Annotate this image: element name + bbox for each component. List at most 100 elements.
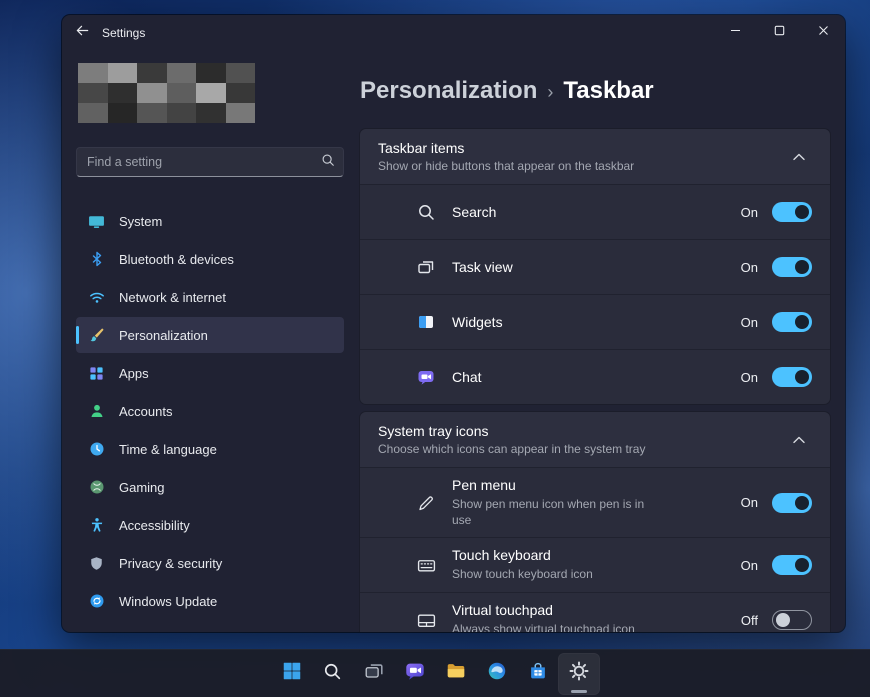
sidebar-item-bluetooth-devices[interactable]: Bluetooth & devices [76, 241, 344, 277]
system-icon [88, 213, 105, 230]
sidebar-item-system[interactable]: System [76, 203, 344, 239]
sidebar: System Bluetooth & devices Network & int… [62, 51, 360, 632]
sidebar-item-label: Privacy & security [119, 556, 222, 571]
minimize-button[interactable] [713, 15, 757, 49]
section-title: System tray icons [378, 423, 645, 439]
setting-row-chat: Chat On [360, 349, 830, 404]
chat-toggle[interactable] [772, 367, 812, 387]
file-explorer-icon [445, 660, 467, 687]
xbox-icon [88, 479, 105, 496]
sidebar-item-gaming[interactable]: Gaming [76, 469, 344, 505]
shield-icon [88, 555, 105, 572]
sidebar-item-label: Accessibility [119, 518, 190, 533]
toggle-state-label: On [741, 370, 758, 385]
settings-list: Taskbar items Show or hide buttons that … [360, 129, 830, 632]
taskbar-start-button[interactable] [272, 654, 312, 694]
user-profile-redacted[interactable] [78, 63, 255, 123]
section-subtitle: Choose which icons can appear in the sys… [378, 442, 645, 456]
windows-start-icon [281, 660, 303, 687]
sidebar-item-label: Time & language [119, 442, 217, 457]
store-icon [527, 660, 549, 687]
setting-row-pen-menu: Pen menu Show pen menu icon when pen is … [360, 467, 830, 537]
sidebar-nav: System Bluetooth & devices Network & int… [76, 203, 344, 619]
sidebar-item-label: Apps [119, 366, 149, 381]
taskbar-items-header[interactable]: Taskbar items Show or hide buttons that … [360, 129, 830, 184]
sidebar-item-network-internet[interactable]: Network & internet [76, 279, 344, 315]
wifi-icon [88, 289, 105, 306]
sidebar-item-time-language[interactable]: Time & language [76, 431, 344, 467]
virtual-touchpad-toggle[interactable] [772, 610, 812, 630]
gear-icon [568, 660, 590, 687]
setting-label: Search [452, 204, 496, 220]
search-input[interactable] [87, 155, 321, 169]
task-view-toggle[interactable] [772, 257, 812, 277]
window-title: Settings [102, 26, 145, 40]
search-icon [321, 153, 335, 172]
chat-icon [416, 367, 436, 387]
section-subtitle: Show or hide buttons that appear on the … [378, 159, 634, 173]
chevron-up-icon [793, 431, 805, 449]
taskbar-file-explorer-button[interactable] [436, 654, 476, 694]
search-toggle[interactable] [772, 202, 812, 222]
setting-label: Virtual touchpad [452, 602, 635, 618]
virtual-touchpad-icon [416, 610, 436, 630]
pen-menu-toggle[interactable] [772, 493, 812, 513]
setting-label: Task view [452, 259, 513, 275]
breadcrumb-personalization[interactable]: Personalization [360, 77, 537, 105]
touch-keyboard-toggle[interactable] [772, 555, 812, 575]
back-button[interactable] [62, 15, 102, 51]
chat-icon [404, 660, 426, 687]
accessibility-person-icon [88, 517, 105, 534]
setting-label: Widgets [452, 314, 503, 330]
chevron-up-icon [793, 148, 805, 166]
setting-label: Pen menu [452, 477, 662, 493]
setting-row-search: Search On [360, 184, 830, 239]
sidebar-item-label: Windows Update [119, 594, 217, 609]
sidebar-item-label: Accounts [119, 404, 172, 419]
taskbar-search-button[interactable] [313, 654, 353, 694]
taskbar-store-button[interactable] [518, 654, 558, 694]
collapse-button[interactable] [786, 427, 812, 453]
widgets-icon [416, 312, 436, 332]
taskbar-chat-button[interactable] [395, 654, 435, 694]
personalization-brush-icon [88, 327, 105, 344]
sidebar-item-label: System [119, 214, 162, 229]
taskbar [0, 649, 870, 697]
close-button[interactable] [801, 15, 845, 49]
collapse-button[interactable] [786, 144, 812, 170]
taskbar-edge-button[interactable] [477, 654, 517, 694]
toggle-state-label: On [741, 495, 758, 510]
main-content: Personalization › Taskbar Taskbar items … [360, 51, 845, 632]
sidebar-item-accounts[interactable]: Accounts [76, 393, 344, 429]
system-tray-icons-header[interactable]: System tray icons Choose which icons can… [360, 412, 830, 467]
system-tray-icons-section: System tray icons Choose which icons can… [360, 412, 830, 632]
task-view-icon [363, 660, 385, 687]
maximize-button[interactable] [757, 15, 801, 49]
setting-label: Chat [452, 369, 482, 385]
sidebar-item-personalization[interactable]: Personalization [76, 317, 344, 353]
toggle-state-label: On [741, 205, 758, 220]
sidebar-item-windows-update[interactable]: Windows Update [76, 583, 344, 619]
breadcrumb: Personalization › Taskbar [360, 77, 830, 105]
setting-row-task-view: Task view On [360, 239, 830, 294]
page-title: Taskbar [563, 77, 653, 105]
window-controls [713, 15, 845, 49]
touch-keyboard-icon [416, 555, 436, 575]
titlebar: Settings [62, 15, 845, 51]
sidebar-item-privacy-security[interactable]: Privacy & security [76, 545, 344, 581]
bluetooth-icon [88, 251, 105, 268]
widgets-toggle[interactable] [772, 312, 812, 332]
sidebar-item-label: Bluetooth & devices [119, 252, 234, 267]
maximize-icon [774, 23, 785, 41]
setting-row-virtual-touchpad: Virtual touchpad Always show virtual tou… [360, 592, 830, 632]
toggle-state-label: On [741, 260, 758, 275]
setting-description: Always show virtual touchpad icon [452, 621, 635, 632]
minimize-icon [730, 23, 741, 41]
taskbar-settings-button[interactable] [559, 654, 599, 694]
sidebar-item-accessibility[interactable]: Accessibility [76, 507, 344, 543]
setting-label: Touch keyboard [452, 547, 593, 563]
taskbar-task-view-button[interactable] [354, 654, 394, 694]
sidebar-item-apps[interactable]: Apps [76, 355, 344, 391]
person-icon [88, 403, 105, 420]
update-arrows-icon [88, 593, 105, 610]
